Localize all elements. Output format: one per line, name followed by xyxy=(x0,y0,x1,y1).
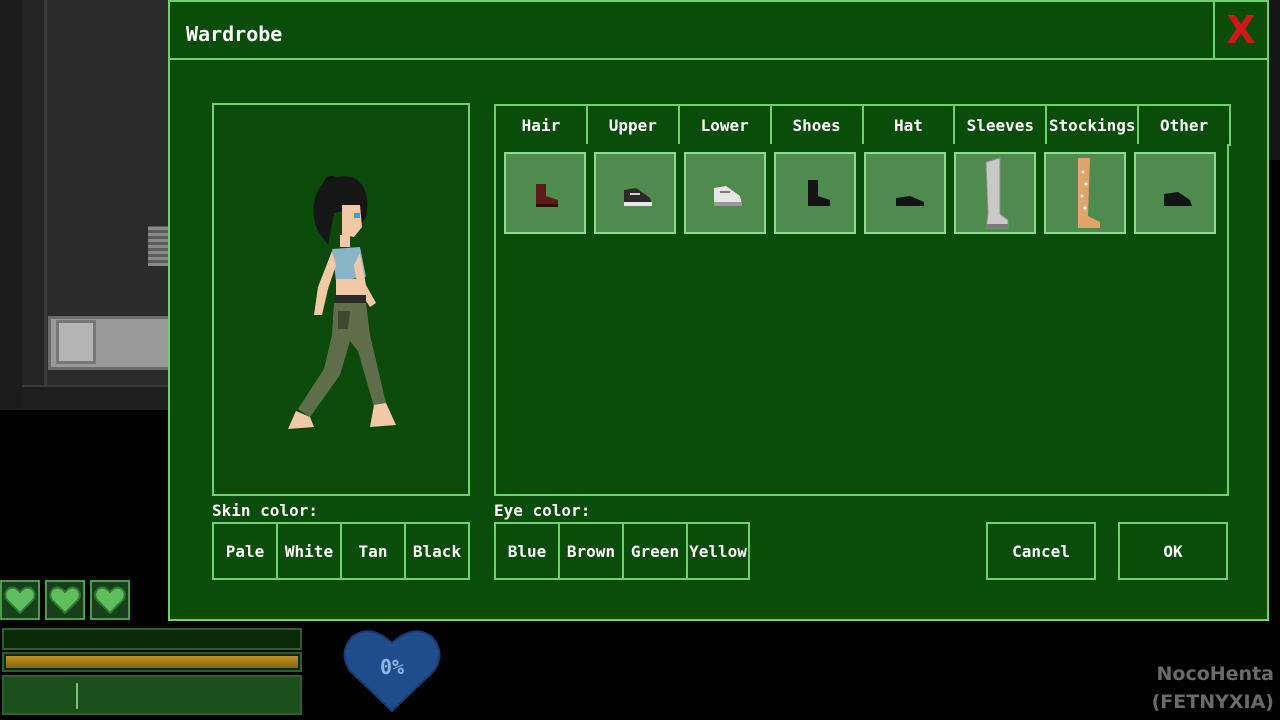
tab-sleeves[interactable]: Sleeves xyxy=(953,104,1048,146)
stamina-bar-fill xyxy=(6,656,298,668)
watermark-line-2: (FETNYXIA) xyxy=(1151,691,1274,713)
health-heart-2 xyxy=(45,580,85,620)
item-slot-4[interactable] xyxy=(774,152,856,234)
tab-lower[interactable]: Lower xyxy=(677,104,772,146)
item-slot-6[interactable] xyxy=(954,152,1036,234)
skin-tan-button[interactable]: Tan xyxy=(340,522,406,580)
stamina-bar xyxy=(2,652,302,672)
tab-hat[interactable]: Hat xyxy=(861,104,956,146)
scene-floor xyxy=(22,385,172,410)
tab-hair[interactable]: Hair xyxy=(494,104,588,146)
title-bar: Wardrobe X xyxy=(170,2,1267,60)
item-slot-1[interactable] xyxy=(504,152,586,234)
eye-color-label: Eye color: xyxy=(494,501,591,520)
health-heart-3 xyxy=(90,580,130,620)
watermark: NocoHenta (FETNYXIA) xyxy=(1144,660,1274,716)
brown-boot-icon xyxy=(536,184,558,207)
eye-green-button[interactable]: Green xyxy=(622,522,688,580)
item-grid xyxy=(494,144,1229,496)
white-sneaker-icon xyxy=(714,186,742,206)
item-slot-3[interactable] xyxy=(684,152,766,234)
window-title: Wardrobe xyxy=(186,22,283,46)
item-slot-7[interactable] xyxy=(1044,152,1126,234)
tab-upper[interactable]: Upper xyxy=(585,104,680,146)
patterned-stocking-icon xyxy=(1078,158,1100,228)
tab-other[interactable]: Other xyxy=(1137,104,1231,146)
ok-button[interactable]: OK xyxy=(1118,522,1228,580)
close-button[interactable]: X xyxy=(1213,2,1267,58)
tab-stockings[interactable]: Stockings xyxy=(1045,104,1140,146)
eye-brown-button[interactable]: Brown xyxy=(558,522,624,580)
skin-color-label: Skin color: xyxy=(212,501,318,520)
tab-shoes[interactable]: Shoes xyxy=(769,104,864,146)
dark-sneaker-icon xyxy=(624,188,652,206)
item-slot-8[interactable] xyxy=(1134,152,1216,234)
skin-color-options: Pale White Tan Black xyxy=(212,522,470,580)
eye-color-options: Blue Brown Green Yellow xyxy=(494,522,750,580)
character-preview xyxy=(212,103,470,496)
hud-bar-empty xyxy=(2,628,302,650)
black-flat-shoe-icon xyxy=(896,196,924,206)
watermark-line-1: NocoHenta xyxy=(1156,663,1275,685)
lust-percent: 0% xyxy=(379,655,405,679)
experience-bar xyxy=(2,675,302,715)
experience-bar-tick xyxy=(76,683,78,709)
skin-white-button[interactable]: White xyxy=(276,522,342,580)
cancel-button[interactable]: Cancel xyxy=(986,522,1096,580)
skin-black-button[interactable]: Black xyxy=(404,522,470,580)
item-slot-2[interactable] xyxy=(594,152,676,234)
thigh-high-boot-icon xyxy=(985,157,1009,229)
lust-meter: 0% xyxy=(342,625,442,713)
heart-icon xyxy=(94,586,126,614)
character-sprite xyxy=(288,176,396,429)
scene-wall-right xyxy=(1268,0,1280,160)
black-boot-icon xyxy=(808,180,830,206)
item-slot-5[interactable] xyxy=(864,152,946,234)
category-tabs: Hair Upper Lower Shoes Hat Sleeves Stock… xyxy=(494,104,1231,146)
heart-icon xyxy=(4,586,36,614)
skin-pale-button[interactable]: Pale xyxy=(212,522,278,580)
wardrobe-window: Wardrobe X Hair Upper Lower Shoes Hat Sl… xyxy=(168,0,1269,621)
eye-blue-button[interactable]: Blue xyxy=(494,522,560,580)
scene-wall-left xyxy=(0,0,22,410)
heart-icon xyxy=(49,586,81,614)
health-heart-1 xyxy=(0,580,40,620)
black-loafer-icon xyxy=(1164,192,1192,206)
eye-yellow-button[interactable]: Yellow xyxy=(686,522,750,580)
scene-poster xyxy=(148,226,170,266)
scene-bed-pillow xyxy=(56,320,96,364)
